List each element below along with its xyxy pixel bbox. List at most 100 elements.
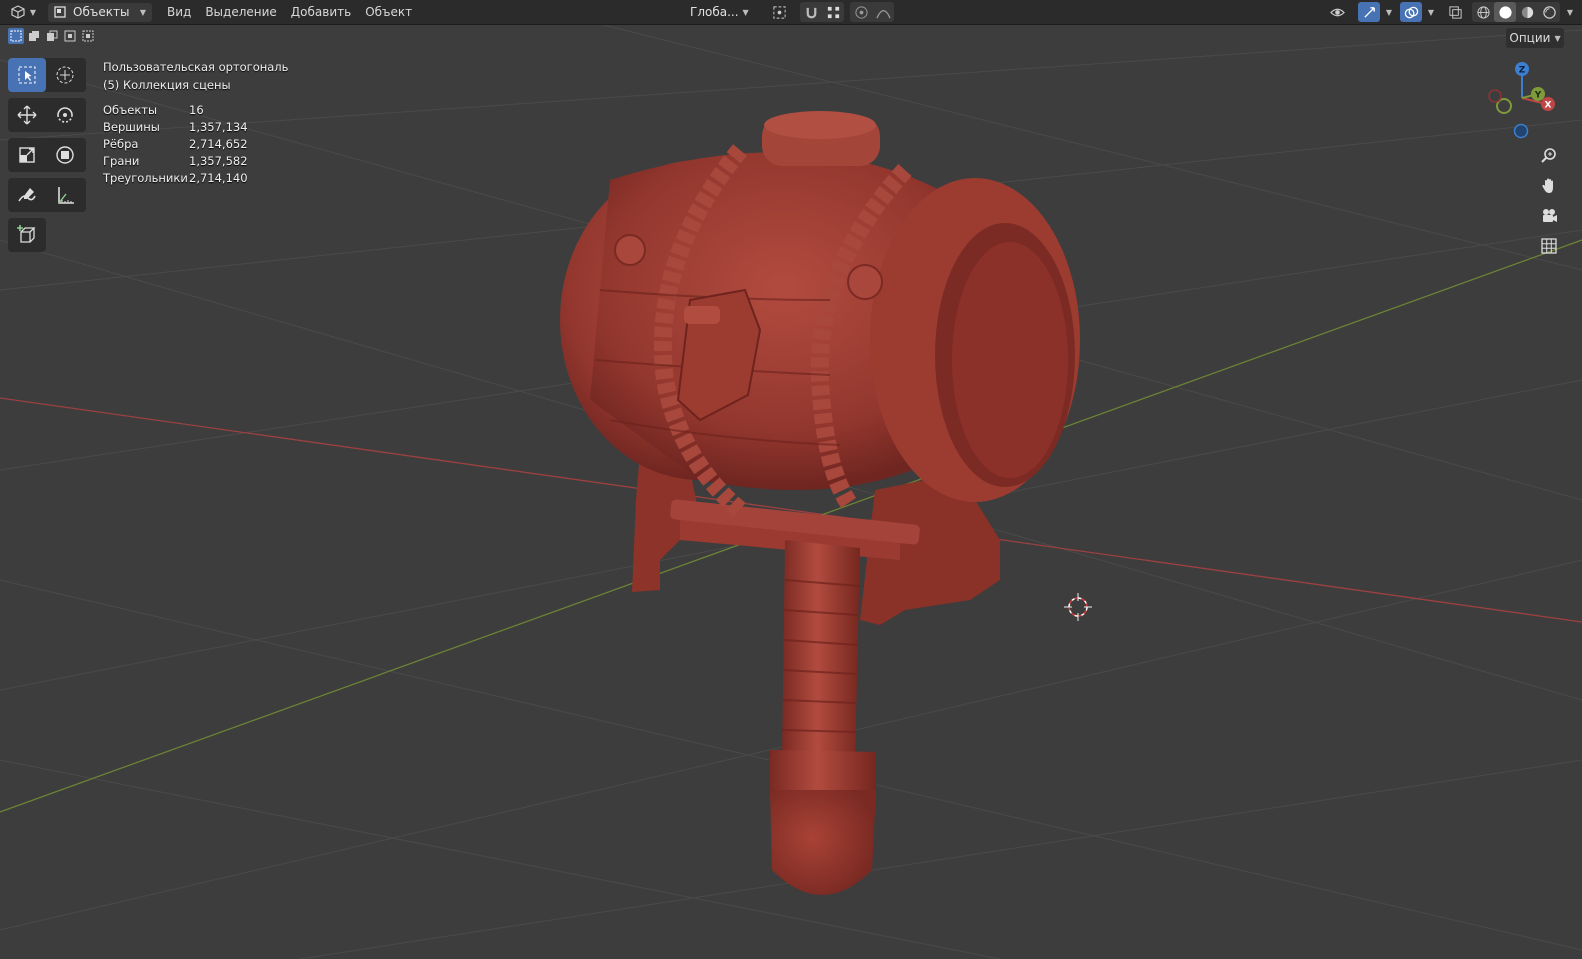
xray-toggle[interactable] (1444, 2, 1466, 22)
select-mode-extend[interactable] (26, 28, 42, 44)
tool-rotate[interactable] (46, 98, 84, 132)
gizmo-z[interactable]: Z (1515, 62, 1529, 76)
menu-view[interactable]: Вид (160, 1, 198, 23)
pan-button[interactable] (1535, 172, 1563, 200)
snap-grid-icon (827, 6, 839, 18)
shading-dropdown[interactable]: ▼ (1560, 2, 1576, 22)
pivot-point-button[interactable] (764, 2, 794, 22)
stat-value: 2,714,140 (189, 171, 248, 185)
grid-ortho-icon (1541, 238, 1557, 254)
measure-icon (58, 187, 74, 204)
overlays-dropdown[interactable]: ▼ (1422, 2, 1436, 22)
rotate-icon (57, 107, 73, 123)
gizmo-dropdown[interactable]: ▼ (1380, 2, 1394, 22)
chevron-down-icon: ▼ (1554, 33, 1561, 43)
select-box-icon (18, 66, 36, 84)
chevron-down-icon: ▼ (1427, 7, 1435, 17)
proportional-group (850, 2, 894, 22)
camera-icon (1543, 209, 1557, 222)
header-bar: ▼ Объекты ▼ Вид Выделение Добавить Объек… (0, 0, 1582, 25)
tool-cursor[interactable] (46, 58, 84, 92)
select-intersect-icon (82, 30, 94, 42)
chevron-down-icon: ▼ (29, 7, 37, 17)
stat-label: Грани (103, 154, 140, 168)
transform-orientation-dropdown[interactable]: Глоба... ▼ (678, 3, 754, 22)
scene-statistics: Объекты 16 Вершины 1,357,134 Рёбра 2,714,65… (103, 102, 288, 187)
zoom-icon (1541, 148, 1556, 163)
viewport-info-overlay: Пользовательская ортогональ (5) Коллекци… (103, 58, 288, 187)
falloff-button[interactable] (872, 2, 894, 22)
shading-solid-button[interactable] (1494, 2, 1516, 22)
stat-value: 16 (189, 103, 204, 117)
select-mode-intersect[interactable] (80, 28, 96, 44)
tool-add-cube[interactable] (8, 218, 46, 252)
select-subtract-icon (47, 30, 58, 41)
options-dropdown[interactable]: Опции ▼ (1506, 28, 1564, 48)
eye-icon (1329, 8, 1345, 16)
camera-view-button[interactable] (1535, 202, 1563, 230)
stat-value: 1,357,582 (189, 154, 248, 168)
gizmo-toggle[interactable] (1358, 2, 1380, 22)
stat-row: Объекты 16 (103, 102, 288, 119)
stat-row: Треугольники 2,714,140 (103, 170, 288, 187)
tool-scale[interactable] (8, 138, 46, 172)
gizmo-y[interactable]: Y (1531, 87, 1545, 101)
shading-wireframe-button[interactable] (1472, 2, 1494, 22)
add-cube-icon (17, 225, 36, 243)
stat-row: Грани 1,357,582 (103, 153, 288, 170)
orientation-label: Глоба... (690, 5, 739, 19)
select-mode-invert[interactable] (62, 28, 78, 44)
select-mode-bar (8, 28, 96, 44)
tool-transform[interactable] (46, 138, 84, 172)
gizmo-x[interactable]: X (1541, 97, 1555, 111)
tool-measure[interactable] (46, 178, 84, 212)
mode-label: Объекты (73, 5, 130, 19)
tool-shelf (8, 58, 86, 252)
rendered-sphere-icon (1542, 5, 1556, 19)
shading-material-button[interactable] (1516, 2, 1538, 22)
editor-type-button[interactable]: ▼ (6, 2, 40, 22)
stat-label: Треугольники (103, 171, 188, 185)
gizmo-y-label: Y (1534, 91, 1542, 101)
select-new-icon (10, 30, 22, 42)
hand-pan-icon (1542, 178, 1553, 193)
menu-select[interactable]: Выделение (198, 1, 283, 23)
shading-rendered-button[interactable] (1538, 2, 1560, 22)
stat-label: Объекты (103, 103, 158, 117)
gizmo-z-label: Z (1519, 66, 1526, 76)
options-label: Опции (1509, 31, 1551, 45)
stat-label: Рёбра (103, 137, 139, 151)
navigation-gizmo[interactable]: Z Y X (1482, 58, 1568, 144)
pivot-icon (772, 5, 786, 19)
visibility-button[interactable] (1320, 2, 1354, 22)
gizmo-x-label: X (1545, 101, 1552, 111)
proportional-edit-toggle[interactable] (850, 2, 872, 22)
material-sphere-icon (1521, 6, 1533, 18)
overlays-icon (1404, 6, 1418, 18)
scale-icon (19, 147, 35, 163)
select-mode-subtract[interactable] (44, 28, 60, 44)
select-mode-new[interactable] (8, 28, 24, 44)
menu-object[interactable]: Объект (358, 1, 419, 23)
chevron-down-icon: ▼ (742, 7, 749, 17)
tool-select-box[interactable] (8, 58, 46, 92)
stat-value: 1,357,134 (189, 120, 248, 134)
cursor-icon (56, 66, 74, 84)
gizmo-neg-z[interactable] (1513, 123, 1529, 139)
overlays-toggle[interactable] (1400, 2, 1422, 22)
ortho-toggle-button[interactable] (1535, 232, 1563, 260)
shading-group (1472, 2, 1560, 22)
zoom-button[interactable] (1535, 142, 1563, 170)
snap-target-button[interactable] (822, 2, 844, 22)
stat-label: Вершины (103, 120, 160, 134)
snap-toggle[interactable] (800, 2, 822, 22)
menu-add[interactable]: Добавить (284, 1, 358, 23)
gizmo-neg-x[interactable] (1488, 89, 1502, 103)
move-icon (17, 105, 37, 125)
tool-move[interactable] (8, 98, 46, 132)
mode-dropdown[interactable]: Объекты ▼ (48, 2, 152, 22)
stat-row: Вершины 1,357,134 (103, 119, 288, 136)
tool-annotate[interactable] (8, 178, 46, 212)
proportional-icon (854, 5, 868, 19)
gizmo-icon (1363, 6, 1375, 18)
